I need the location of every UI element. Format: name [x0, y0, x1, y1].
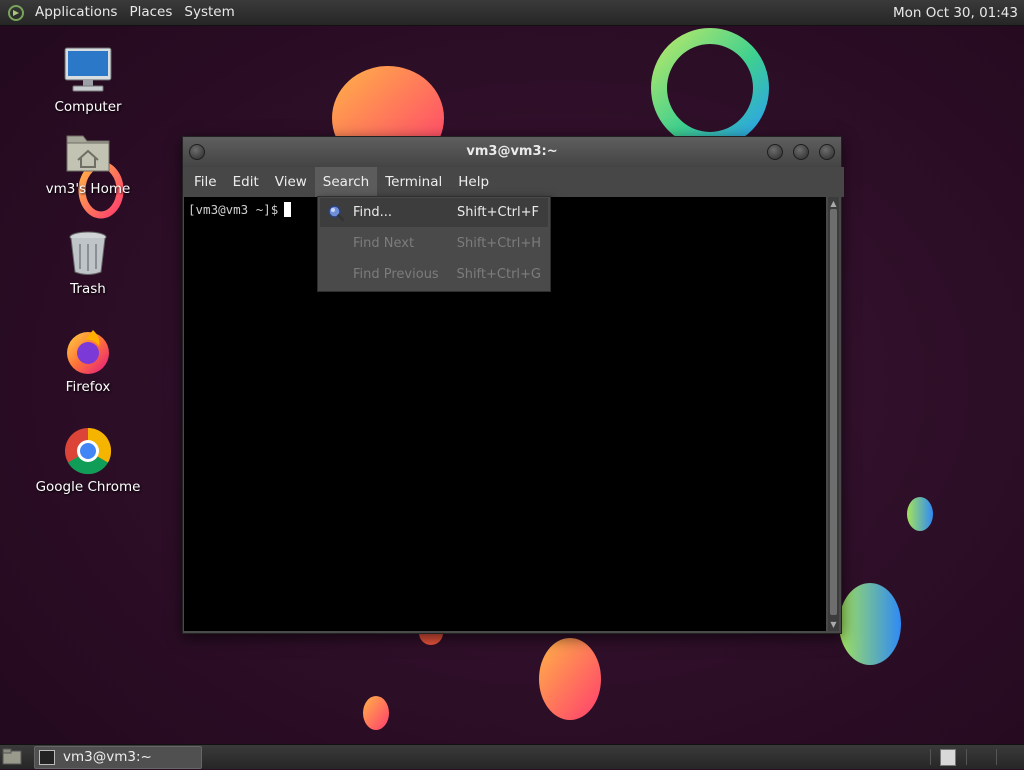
menu-help[interactable]: Help [450, 167, 497, 197]
terminal-scrollbar[interactable]: ▲ ▼ [828, 197, 839, 631]
scrollbar-thumb[interactable] [830, 209, 837, 615]
desktop-icon-label: Firefox [65, 379, 111, 395]
computer-icon [63, 46, 113, 96]
panel-separator [996, 749, 997, 765]
taskbar-button-label: vm3@vm3:~ [63, 749, 152, 765]
menu-item-shortcut: Shift+Ctrl+H [456, 236, 541, 251]
terminal-icon [39, 750, 55, 765]
system-menu[interactable]: System [178, 0, 240, 25]
desktop-icon-home[interactable]: vm3's Home [33, 128, 143, 197]
window-title: vm3@vm3:~ [466, 144, 558, 159]
menu-edit[interactable]: Edit [225, 167, 267, 197]
chrome-icon [63, 426, 113, 476]
applications-menu[interactable]: Applications [29, 0, 123, 25]
bottom-panel: vm3@vm3:~ [0, 744, 1024, 769]
home-folder-icon [63, 128, 113, 178]
window-titlebar[interactable]: vm3@vm3:~ [183, 137, 841, 167]
menu-search[interactable]: Search [314, 167, 378, 197]
desktop-icon-label: vm3's Home [45, 181, 131, 197]
firefox-icon [63, 326, 113, 376]
menu-item-shortcut: Shift+Ctrl+F [457, 205, 539, 220]
text-cursor [284, 202, 292, 217]
desktop-icon-label: Computer [54, 99, 122, 115]
menu-item-find[interactable]: Find... Shift+Ctrl+F [320, 198, 548, 227]
top-panel: Applications Places System Mon Oct 30, 0… [0, 0, 1024, 26]
trash-icon [63, 228, 113, 278]
panel-separator [930, 749, 931, 765]
menu-item-label: Find Previous [353, 267, 439, 282]
desktop-icon-label: Google Chrome [35, 479, 141, 495]
menu-item-label: Find... [353, 205, 393, 220]
menu-item-shortcut: Shift+Ctrl+G [456, 267, 541, 282]
taskbar-button-terminal[interactable]: vm3@vm3:~ [34, 746, 202, 769]
menu-file[interactable]: File [186, 167, 225, 197]
desktop-icon-firefox[interactable]: Firefox [33, 326, 143, 395]
shell-prompt: [vm3@vm3 ~]$ [188, 202, 279, 217]
close-button[interactable] [819, 144, 835, 160]
show-desktop-icon[interactable] [2, 748, 22, 766]
clock[interactable]: Mon Oct 30, 01:43 [879, 5, 1024, 21]
scroll-up-arrow-icon[interactable]: ▲ [829, 199, 838, 208]
menu-item-find-previous[interactable]: Find Previous Shift+Ctrl+G [318, 259, 550, 290]
places-menu[interactable]: Places [123, 0, 178, 25]
menu-item-find-next[interactable]: Find Next Shift+Ctrl+H [318, 228, 550, 259]
find-magnifier-icon [327, 204, 345, 222]
desktop-icon-computer[interactable]: Computer [33, 46, 143, 115]
desktop-icon-chrome[interactable]: Google Chrome [33, 426, 143, 495]
desktop-icon-trash[interactable]: Trash [33, 228, 143, 297]
distro-logo-icon[interactable] [7, 4, 25, 22]
menu-view[interactable]: View [267, 167, 315, 197]
menu-terminal[interactable]: Terminal [377, 167, 450, 197]
minimize-button[interactable] [767, 144, 783, 160]
shell-prompt-line: [vm3@vm3 ~]$ [188, 202, 292, 217]
terminal-menubar: File Edit View Search Terminal Help [183, 167, 844, 197]
desktop-icon-label: Trash [70, 281, 106, 297]
menu-item-label: Find Next [353, 236, 415, 251]
search-menu-dropdown: Find... Shift+Ctrl+F Find Next Shift+Ctr… [317, 196, 551, 292]
scroll-down-arrow-icon[interactable]: ▼ [829, 620, 838, 629]
panel-separator [966, 749, 967, 765]
workspace-switcher[interactable] [940, 749, 956, 766]
maximize-button[interactable] [793, 144, 809, 160]
